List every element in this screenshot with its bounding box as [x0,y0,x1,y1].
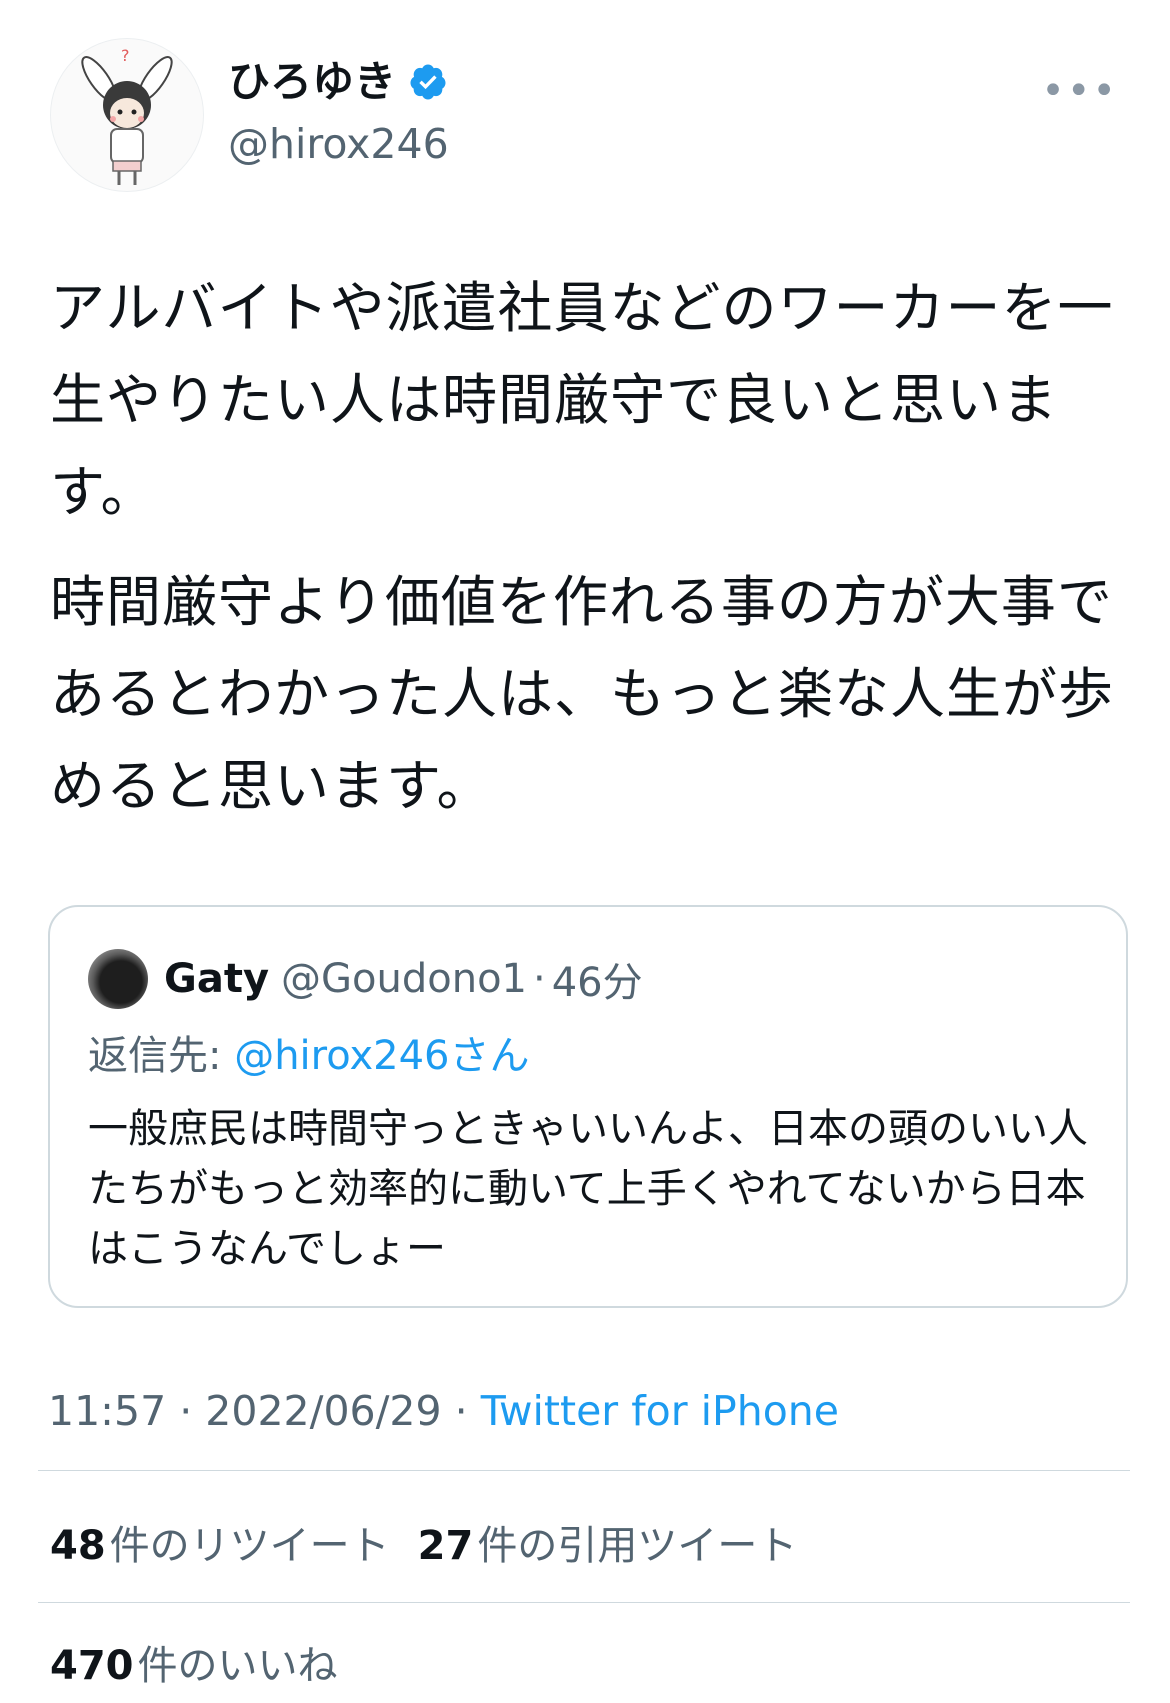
likes-count: 470 [50,1643,134,1689]
tweet-source-link[interactable]: Twitter for iPhone [481,1387,839,1435]
reply-suffix: さん [449,1033,530,1079]
tweet-time: 11:57 [48,1387,167,1435]
verified-badge-icon [410,64,446,100]
tweet-date: 2022/06/29 [205,1387,442,1435]
avatar-illustration: ? [51,39,203,191]
retweets-count: 48 [50,1523,106,1569]
divider [38,1602,1130,1603]
svg-text:?: ? [121,46,130,65]
author-display-name[interactable]: ひろゆき [228,56,448,108]
tweet-paragraph: 時間厳守より価値を作れる事の方が大事であるとわかった人は、もっと楽な人生が歩める… [50,570,1115,818]
quotes-label: 件の引用ツイート [477,1523,798,1569]
separator-dot: · [179,1387,193,1435]
tweet-paragraph: アルバイトや派遣社員などのワーカーを一生やりたい人は時間厳守で良いと思います。 [50,276,1114,524]
more-horizontal-icon[interactable]: ••• [1041,68,1118,114]
tweet-header: ? ひろゆき @hirox246 ••• [50,38,1130,193]
quoted-author-name: Gaty [164,956,270,1002]
reply-prefix: 返信先: [88,1033,222,1079]
tweet-metadata: 11:57 · 2022/06/29 · Twitter for iPhone [48,1385,839,1437]
quoted-tweet-text: 一般庶民は時間守っときゃいいんよ、日本の頭のいい人たちがもっと効率的に動いて上手… [88,1106,1088,1272]
quote-tweets-stat[interactable]: 27 件の引用ツイート [418,1520,798,1572]
display-name-text: ひろゆき [228,57,397,106]
likes-stat[interactable]: 470 件のいいね [50,1640,338,1692]
retweets-stat[interactable]: 48 件のリツイート [50,1520,390,1572]
quotes-count: 27 [417,1523,474,1569]
reply-handle-link[interactable]: @hirox246 [234,1033,449,1079]
quoted-tweet-card[interactable]: Gaty @Goudono1 · 46分 返信先: @hirox246さん 一般… [48,905,1128,1308]
author-avatar[interactable]: ? [50,38,204,192]
quoted-author-handle: @Goudono1 [281,956,527,1002]
likes-stats: 470 件のいいね [50,1640,338,1692]
engagement-stats: 48 件のリツイート 27 件の引用ツイート [50,1520,797,1572]
quoted-author-avatar [88,949,148,1009]
likes-label: 件のいいね [137,1643,338,1689]
reply-context: 返信先: @hirox246さん [88,1029,530,1083]
tweet-body: アルバイトや派遣社員などのワーカーを一生やりたい人は時間厳守で良いと思います。 … [50,262,1120,850]
author-handle[interactable]: @hirox246 [228,118,449,170]
separator-dot: · [454,1387,468,1435]
retweets-label: 件のリツイート [109,1523,390,1569]
quoted-tweet-time: 46分 [551,960,643,1006]
divider [38,1470,1130,1471]
quoted-tweet-header: Gaty @Goudono1 · 46分 [88,949,643,1009]
separator-dot: · [533,956,546,1002]
